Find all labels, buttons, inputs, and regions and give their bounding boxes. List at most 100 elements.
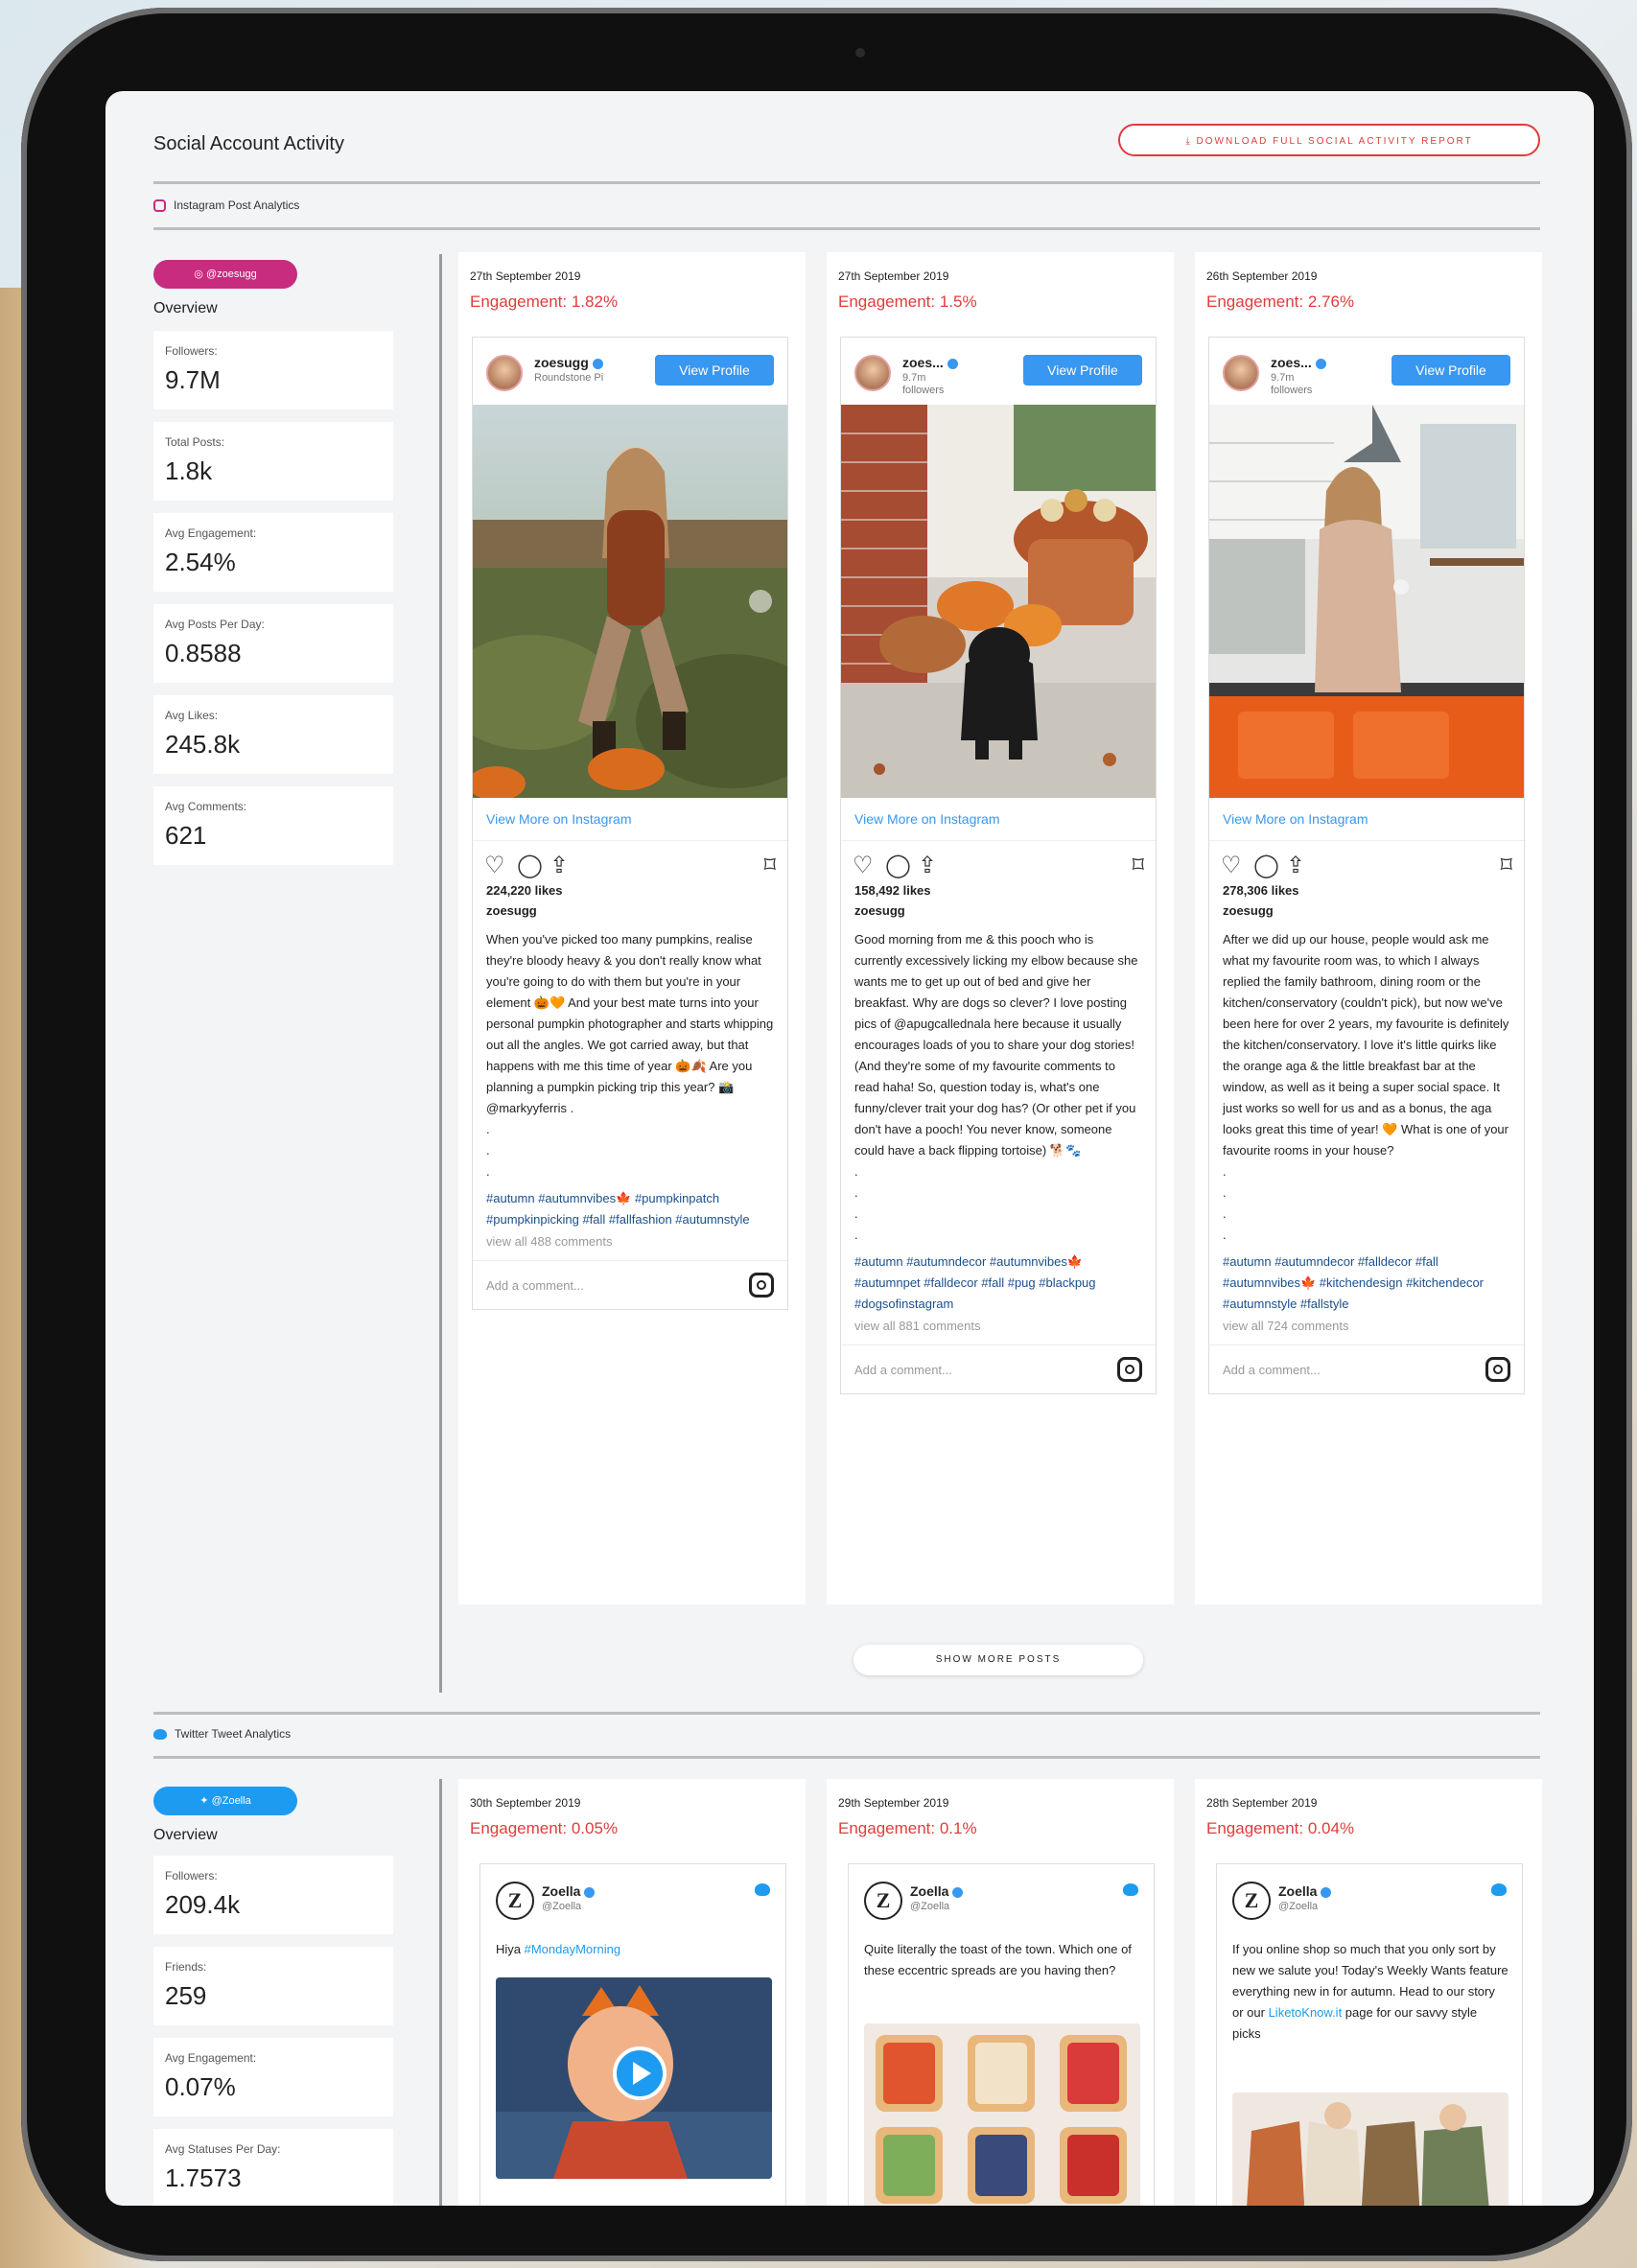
- view-profile-button[interactable]: View Profile: [1391, 355, 1510, 386]
- tweet-author[interactable]: Zoella: [542, 1883, 596, 1899]
- cartoon-video-thumbnail: [496, 1977, 772, 2179]
- stat-avg-engagement: Avg Engagement: 2.54%: [153, 513, 393, 592]
- twitter-bird-icon[interactable]: [755, 1883, 770, 1896]
- tweet-author-name: Zoella: [542, 1883, 581, 1899]
- embed-username-text: zoes...: [902, 355, 944, 370]
- view-more-link[interactable]: View More on Instagram: [1209, 798, 1524, 841]
- share-icon[interactable]: ⇪: [1286, 854, 1305, 877]
- toast-spreads-photo: [864, 2023, 1140, 2206]
- stat-label: Avg Comments:: [165, 800, 247, 813]
- instagram-icon[interactable]: [749, 1273, 774, 1298]
- bookmark-icon[interactable]: ⌑: [764, 854, 776, 877]
- add-comment-bar[interactable]: Add a comment...: [473, 1260, 787, 1309]
- post-engagement: Engagement: 1.82%: [470, 292, 619, 311]
- twitter-bird-icon[interactable]: [1123, 1883, 1138, 1896]
- likes-count: 224,220 likes: [486, 883, 563, 898]
- comment-icon[interactable]: ◯: [1253, 854, 1279, 877]
- view-all-comments-link[interactable]: view all 488 comments: [473, 1230, 787, 1260]
- avatar[interactable]: [1223, 355, 1259, 391]
- heart-icon[interactable]: ♡: [1221, 854, 1242, 877]
- post-photo[interactable]: [1209, 405, 1524, 798]
- tweet-author-name: Zoella: [1278, 1883, 1318, 1899]
- hashtags[interactable]: #autumn #autumnvibes🍁 #pumpkinpatch #pum…: [473, 1182, 787, 1230]
- hashtags[interactable]: #autumn #autumndecor #falldecor #fall #a…: [1209, 1246, 1524, 1315]
- twitter-overview-label: Overview: [153, 1827, 218, 1843]
- tweet-author[interactable]: Zoella: [1278, 1883, 1332, 1899]
- comment-icon[interactable]: ◯: [885, 854, 911, 877]
- instagram-icon[interactable]: [1117, 1357, 1142, 1382]
- tweet-image[interactable]: [864, 2023, 1140, 2206]
- instagram-handle-pill[interactable]: ◎ @zoesugg: [153, 260, 297, 289]
- avatar[interactable]: [854, 355, 891, 391]
- instagram-icon: ◎: [194, 269, 206, 280]
- tweet-date: 29th September 2019: [838, 1796, 949, 1810]
- add-comment-bar[interactable]: Add a comment...: [841, 1344, 1156, 1393]
- tweet-handle: @Zoella: [542, 1901, 582, 1912]
- stat-label: Avg Statuses Per Day:: [165, 2142, 281, 2156]
- download-report-button[interactable]: ⤓ DOWNLOAD FULL SOCIAL ACTIVITY REPORT: [1118, 124, 1540, 156]
- stat-value: 1.8k: [165, 456, 213, 485]
- tweet-text-plain: Hiya: [496, 1942, 525, 1956]
- verified-icon: [584, 1886, 596, 1898]
- embed-username[interactable]: zoes...: [1271, 355, 1326, 370]
- twitter-bird-icon[interactable]: [1491, 1883, 1507, 1896]
- share-icon[interactable]: ⇪: [550, 854, 569, 877]
- twitter-bird-icon: ✦: [199, 1795, 212, 1807]
- stat-label: Followers:: [165, 344, 218, 358]
- view-all-comments-link[interactable]: view all 881 comments: [841, 1315, 1156, 1344]
- avatar[interactable]: Z: [1232, 1882, 1271, 1920]
- tweet-handle: @Zoella: [910, 1901, 950, 1912]
- tweet-image[interactable]: [1232, 2093, 1508, 2206]
- twitter-bird-icon: [153, 1728, 167, 1740]
- tweet-hashtag-link[interactable]: #MondayMorning: [525, 1942, 620, 1956]
- heart-icon[interactable]: ♡: [484, 854, 505, 877]
- caption-username[interactable]: zoesugg: [841, 898, 1156, 918]
- view-more-link[interactable]: View More on Instagram: [473, 798, 787, 841]
- add-comment-placeholder: Add a comment...: [486, 1278, 584, 1293]
- tweet-date: 28th September 2019: [1206, 1796, 1318, 1810]
- embed-followers: 9.7m followers: [902, 372, 945, 396]
- embed-username[interactable]: zoes...: [902, 355, 958, 370]
- tweet-text: Quite literally the toast of the town. W…: [864, 1942, 1132, 1977]
- instagram-overview-label: Overview: [153, 300, 218, 316]
- tweet-video[interactable]: [496, 1977, 772, 2179]
- stat-value: 621: [165, 821, 207, 850]
- twitter-sidebar-divider: [439, 1779, 442, 2206]
- tweet-engagement: Engagement: 0.05%: [470, 1819, 619, 1837]
- page-title: Social Account Activity: [153, 133, 344, 154]
- caption-username[interactable]: zoesugg: [1209, 898, 1524, 918]
- avatar[interactable]: [486, 355, 523, 391]
- add-comment-bar[interactable]: Add a comment...: [1209, 1344, 1524, 1393]
- avatar[interactable]: Z: [496, 1882, 534, 1920]
- stat-avg-comments: Avg Comments: 621: [153, 786, 393, 865]
- tweet-link[interactable]: LiketoKnow.it: [1269, 2005, 1343, 2020]
- pumpkin-field-photo: [473, 405, 787, 798]
- instagram-sidebar-divider: [439, 254, 442, 1693]
- embed-username[interactable]: zoesugg: [534, 355, 603, 370]
- bookmark-icon[interactable]: ⌑: [1133, 854, 1144, 877]
- stat-followers: Followers: 9.7M: [153, 331, 393, 409]
- post-engagement: Engagement: 1.5%: [838, 292, 977, 311]
- show-more-posts-button[interactable]: SHOW MORE POSTS: [854, 1645, 1143, 1675]
- instagram-post-card: 26th September 2019 Engagement: 2.76% zo…: [1195, 252, 1542, 1604]
- post-photo[interactable]: [473, 405, 787, 798]
- heart-icon[interactable]: ♡: [853, 854, 874, 877]
- tweet-card: 28th September 2019 Engagement: 0.04% Z …: [1195, 1779, 1542, 2206]
- stat-avg-posts-per-day: Avg Posts Per Day: 0.8588: [153, 604, 393, 683]
- share-icon[interactable]: ⇪: [918, 854, 937, 877]
- post-photo[interactable]: [841, 405, 1156, 798]
- instagram-icon[interactable]: [1485, 1357, 1510, 1382]
- view-profile-button[interactable]: View Profile: [1023, 355, 1142, 386]
- comment-icon[interactable]: ◯: [517, 854, 543, 877]
- tweet-author[interactable]: Zoella: [910, 1883, 964, 1899]
- view-all-comments-link[interactable]: view all 724 comments: [1209, 1315, 1524, 1344]
- view-more-link[interactable]: View More on Instagram: [841, 798, 1156, 841]
- likes-count: 158,492 likes: [854, 883, 931, 898]
- twitter-handle-pill[interactable]: ✦ @Zoella: [153, 1787, 297, 1815]
- view-profile-button[interactable]: View Profile: [655, 355, 774, 386]
- bookmark-icon[interactable]: ⌑: [1501, 854, 1512, 877]
- avatar[interactable]: Z: [864, 1882, 902, 1920]
- stat-value: 2.54%: [165, 548, 236, 576]
- caption-username[interactable]: zoesugg: [473, 898, 787, 918]
- hashtags[interactable]: #autumn #autumndecor #autumnvibes🍁 #autu…: [841, 1246, 1156, 1315]
